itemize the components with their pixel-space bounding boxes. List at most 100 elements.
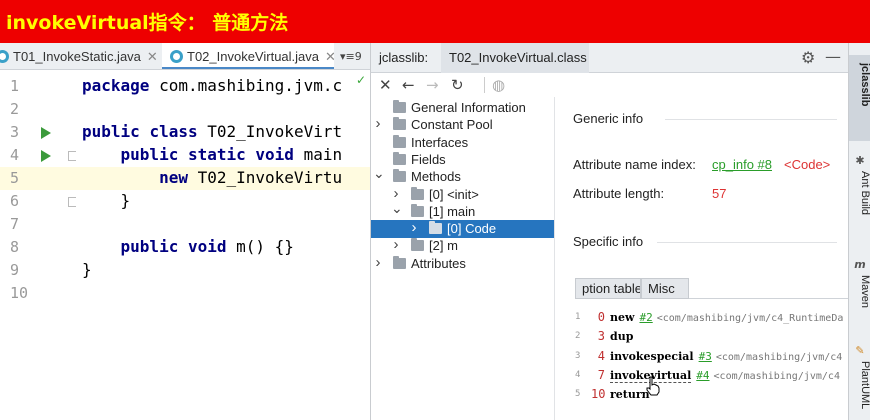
opcode-text: dup: [610, 330, 634, 344]
tool-maven[interactable]: Maven: [849, 275, 870, 335]
toolbar-divider: [484, 77, 485, 93]
expand-arrow-icon[interactable]: ›: [409, 219, 419, 237]
tab-misc[interactable]: Misc: [641, 278, 689, 299]
minimize-icon[interactable]: —: [825, 47, 841, 66]
tree-item-label: [1] main: [429, 203, 476, 219]
constant-pool-link[interactable]: #3: [699, 350, 712, 363]
expand-arrow-icon[interactable]: ›: [373, 115, 383, 133]
bytecode-argument: <com/mashibing/jvm/c4_RuntimeDa: [656, 313, 844, 324]
title-banner: invokeVirtual指令： 普通方法: [0, 0, 870, 43]
tool-jclasslib[interactable]: jclasslib: [849, 55, 870, 141]
tree-item[interactable]: General Information: [371, 99, 554, 117]
bytecode-argument: <com/mashibing/jvm/c4: [715, 351, 843, 363]
tool-plantuml[interactable]: PlantUML: [849, 361, 870, 420]
tree-item[interactable]: › Constant Pool: [371, 115, 554, 134]
inspection-ok-icon: ✓: [356, 73, 367, 87]
tree-item[interactable]: ⌄ Methods: [371, 165, 554, 186]
specific-info-title: Specific info: [573, 234, 644, 249]
bytecode-line: 5 10 return: [555, 385, 848, 404]
constant-pool-link[interactable]: #2: [639, 311, 652, 324]
editor-gutter: 1 2 3 4 5 6 7 8 9 10: [0, 70, 77, 420]
bytecode-line: 1 0 new #2 <com/mashibing/jvm/c4_RuntimeDa: [555, 308, 848, 327]
line-number: 3: [10, 123, 20, 141]
bytecode-offset: 10: [591, 387, 606, 402]
tab-label: T02_InvokeVirtual.java: [187, 49, 320, 64]
tree-item-label: Constant Pool: [411, 117, 493, 133]
folder-icon: [393, 100, 406, 113]
run-icon[interactable]: [41, 150, 51, 162]
class-file-icon: [170, 50, 183, 63]
more-tabs-count: 9: [354, 50, 362, 63]
opcode-text: invokespecial: [610, 349, 694, 363]
constant-pool-link[interactable]: #4: [696, 369, 709, 382]
line-number: 9: [10, 261, 20, 279]
code-line: package com.mashibing.jvm.c: [82, 76, 343, 95]
tree-item[interactable]: Fields: [371, 151, 554, 169]
bytecode-line-number: 2: [575, 331, 581, 342]
tree-item-label: [0] <init>: [429, 186, 479, 202]
section-divider: [657, 242, 837, 243]
back-arrow-icon[interactable]: ←: [402, 75, 415, 95]
generic-info-title: Generic info: [573, 111, 644, 126]
run-icon[interactable]: [41, 127, 51, 139]
tool-ant-build[interactable]: Ant Build: [849, 171, 870, 251]
jclasslib-header: jclasslib: T02_InvokeVirtual.class ⚙ —: [370, 43, 848, 73]
more-tabs-button[interactable]: ▾≡9: [336, 43, 370, 69]
tab-invoke-virtual[interactable]: T02_InvokeVirtual.java ✕: [162, 43, 334, 69]
tree-item-label: Attributes: [411, 255, 466, 271]
tab-invoke-static[interactable]: T01_InvokeStatic.java ✕: [0, 43, 162, 69]
attr-name-link[interactable]: cp_info #8: [712, 157, 772, 172]
bytecode-line-number: 1: [575, 312, 581, 322]
tree-item-label: Methods: [411, 169, 461, 185]
jclasslib-title: jclasslib:: [379, 50, 429, 65]
tree-item[interactable]: ⌄ [1] main: [371, 200, 554, 221]
tree-item[interactable]: Interfaces: [371, 134, 554, 152]
maven-icon: m: [854, 258, 866, 271]
folder-icon: [393, 151, 406, 165]
attr-name-label: Attribute name index:: [573, 157, 696, 172]
attr-length-label: Attribute length:: [573, 186, 665, 201]
folder-icon: [393, 169, 406, 183]
close-icon[interactable]: ✕: [325, 49, 334, 64]
tree-item[interactable]: › Attributes: [371, 254, 554, 273]
class-structure-tree: General Information › Constant Pool Interfa…: [370, 97, 554, 420]
globe-icon[interactable]: ◍: [492, 75, 505, 95]
tab-class-file[interactable]: T02_InvokeVirtual.class: [441, 43, 589, 73]
editor-tab-bar: T01_InvokeStatic.java ✕ T02_InvokeVirtual…: [0, 43, 370, 70]
section-divider: [665, 119, 837, 120]
tab-exception-table[interactable]: ption table: [575, 278, 641, 299]
tree-item-label: Interfaces: [411, 134, 469, 150]
bytecode-offset: 4: [597, 348, 605, 363]
attr-name-value: <Code>: [784, 157, 831, 172]
expand-arrow-icon[interactable]: ›: [373, 254, 383, 272]
forward-arrow-icon[interactable]: →: [426, 75, 439, 95]
tool-window-strip: jclasslib ✱ Ant Build m Maven ✎ PlantUML: [848, 43, 870, 420]
bytecode-line-number: 5: [575, 389, 581, 400]
tree-item-label: [0] Code: [447, 221, 497, 237]
code-editor[interactable]: package com.mashibing.jvm.c public class …: [76, 70, 370, 420]
tree-item[interactable]: › [0] Code: [371, 219, 554, 239]
expand-arrow-icon[interactable]: ›: [391, 236, 401, 254]
detail-pane: Generic info Attribute name index: cp_in…: [554, 97, 848, 420]
folder-icon: [411, 238, 424, 252]
attr-length-value: 57: [712, 186, 727, 201]
gear-icon[interactable]: ⚙: [801, 48, 815, 67]
hand-cursor-icon: [646, 376, 660, 396]
bytecode-offset: 3: [597, 329, 605, 344]
line-number: 1: [10, 77, 20, 95]
refresh-icon[interactable]: ↻: [451, 75, 464, 95]
code-line: }: [82, 260, 92, 279]
close-icon[interactable]: ✕: [379, 75, 392, 95]
folder-icon: [393, 117, 406, 131]
tree-item-label: Fields: [411, 151, 446, 167]
bytecode-line: 3 4 invokespecial #3 <com/mashibing/jvm/c4: [555, 347, 848, 366]
line-number: 6: [10, 192, 20, 210]
tree-item[interactable]: › [2] m: [371, 236, 554, 255]
collapse-arrow-icon[interactable]: ⌄: [373, 164, 385, 182]
bytecode-offset: 0: [597, 310, 605, 324]
close-icon[interactable]: ✕: [147, 49, 158, 64]
bytecode-offset: 7: [597, 367, 605, 382]
collapse-arrow-icon[interactable]: ⌄: [391, 199, 403, 217]
bytecode-argument: <com/mashibing/jvm/c4: [713, 370, 840, 382]
bytecode-opcode: new #2 <com/mashibing/jvm/c4_RuntimeDa: [610, 308, 843, 328]
